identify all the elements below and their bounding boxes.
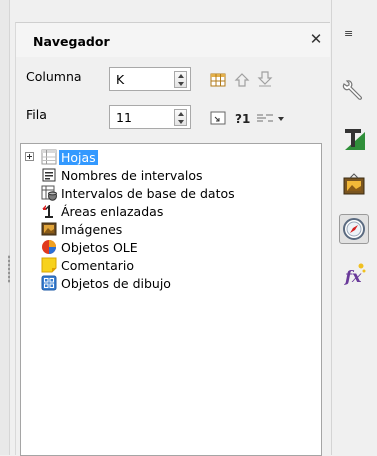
sidebar-tabbar: ≡ fx [331, 0, 377, 455]
tree-item-label: Comentario [61, 258, 134, 273]
column-label: Columna [26, 69, 82, 84]
data-range-icon[interactable] [209, 71, 227, 89]
next-icon[interactable] [256, 69, 274, 87]
tree-item-label: Hojas [59, 150, 98, 165]
row-value: 11 [116, 110, 132, 125]
column-spin-arrows-icon[interactable] [174, 71, 187, 88]
column-value: K [116, 72, 125, 87]
previous-icon[interactable] [233, 71, 251, 89]
tree-item-label: Objetos de dibujo [61, 276, 171, 291]
row-label: Fila [26, 107, 47, 122]
properties-icon[interactable] [339, 75, 369, 105]
svg-text:fx: fx [344, 267, 362, 286]
panel-title: Navegador [33, 34, 110, 49]
tree-item-label: Imágenes [61, 222, 123, 237]
svg-text:?1: ?1 [235, 112, 250, 126]
panel-header: Navegador ✕ [16, 23, 330, 57]
expand-icon[interactable] [25, 152, 34, 161]
sheets-icon [41, 149, 57, 165]
tree-item-label: Nombres de intervalos [61, 168, 203, 183]
left-dock-edge [0, 0, 10, 455]
row-spinbox[interactable]: 11 [109, 105, 191, 129]
ole-objects-icon [42, 240, 56, 254]
drag-mode-dropdown-icon[interactable] [276, 109, 286, 127]
functions-icon[interactable]: fx [339, 258, 369, 288]
resize-grip-icon[interactable] [8, 255, 10, 283]
database-ranges-icon [41, 185, 57, 201]
linked-areas-icon [42, 205, 53, 218]
drawing-objects-icon [41, 275, 57, 291]
range-names-icon [42, 168, 56, 182]
navigator-icon [343, 218, 365, 240]
images-icon [41, 222, 57, 236]
navigator-tree[interactable]: Hojas Nombres de intervalos Intervalos d… [20, 143, 322, 456]
gallery-icon[interactable] [339, 170, 369, 200]
drag-mode-icon[interactable] [256, 109, 274, 127]
row-spin-arrows-icon[interactable] [174, 109, 187, 126]
tree-item-label: Áreas enlazadas [61, 204, 164, 219]
toggle-content-icon[interactable] [209, 109, 227, 127]
tree-item-label: Objetos OLE [61, 240, 138, 255]
styles-icon[interactable] [339, 124, 369, 154]
column-spinbox[interactable]: K [109, 67, 191, 91]
navigator-tab[interactable] [339, 214, 369, 244]
navigator-panel: Navegador ✕ Columna K Fila 11 ?1 Hojas N… [15, 22, 330, 456]
tree-item-label: Intervalos de base de datos [61, 186, 235, 201]
close-button[interactable]: ✕ [308, 31, 324, 47]
sidebar-menu-icon[interactable]: ≡ [344, 27, 362, 41]
scenarios-icon[interactable]: ?1 [233, 109, 251, 127]
comment-icon [41, 257, 57, 273]
